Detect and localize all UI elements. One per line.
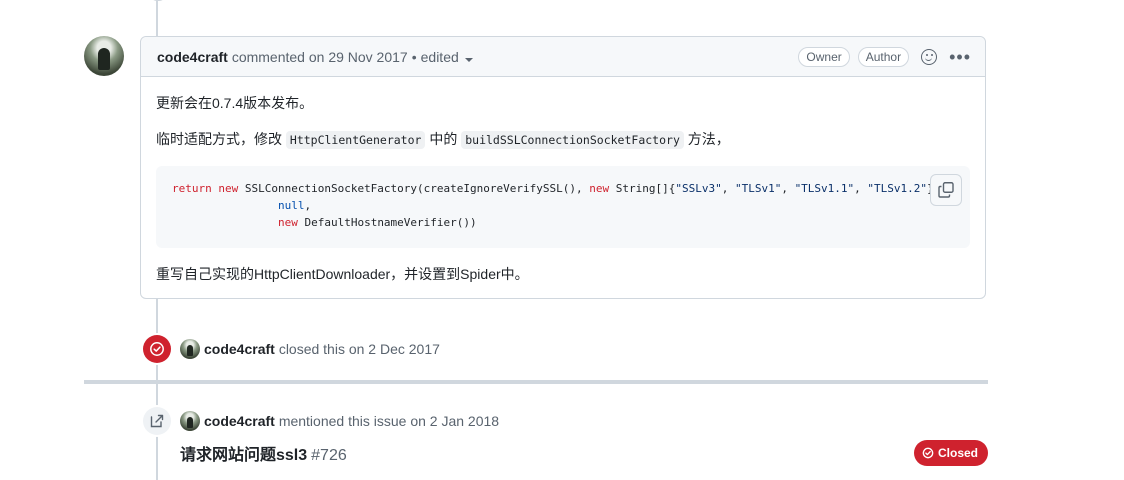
author-label: Author — [857, 47, 910, 67]
code-keyword: new — [589, 182, 610, 195]
para2-prefix: 临时适配方式，修改 — [156, 131, 282, 147]
comment-author-link[interactable]: code4craft — [157, 49, 228, 65]
close-event-actor-link[interactable]: code4craft — [204, 341, 275, 357]
comment-paragraph-2: 临时适配方式，修改 HttpClientGenerator 中的 buildSS… — [156, 129, 970, 150]
code-text: DefaultHostnameVerifier()) — [297, 216, 477, 229]
timeline-cap — [150, 0, 166, 1]
edited-label: edited — [420, 48, 459, 65]
comment-date-link[interactable]: 29 Nov 2017 — [328, 49, 407, 65]
closed-state-badge: Closed — [914, 440, 989, 466]
owner-label: Owner — [798, 47, 850, 67]
referenced-issue-number: #726 — [311, 447, 347, 464]
code-text: String[]{ — [609, 182, 676, 195]
cross-reference-badge — [143, 407, 171, 435]
code-string: "TLSv1.2" — [867, 182, 928, 195]
code-literal: null — [277, 199, 305, 212]
kebab-icon[interactable]: ••• — [949, 48, 971, 66]
close-event-text: closed this on 2 Dec 2017 — [278, 341, 440, 357]
closed-state-label: Closed — [938, 446, 979, 460]
issue-closed-badge — [143, 335, 171, 363]
caret-down-icon — [464, 57, 473, 62]
comment-header: code4craft commented on 29 Nov 2017 • ed… — [141, 37, 985, 77]
referenced-issue-title: 请求网站问题ssl3 — [180, 447, 308, 464]
cross-reference-icon — [150, 414, 164, 428]
code-block: return new SSLConnectionSocketFactory(cr… — [156, 166, 970, 248]
comment-paragraph-1: 更新会在0.7.4版本发布。 — [156, 95, 314, 111]
edited-dropdown[interactable]: edited — [421, 49, 473, 65]
inline-code-http-client-generator: HttpClientGenerator — [285, 131, 426, 149]
copy-button[interactable] — [930, 174, 962, 206]
avatar[interactable] — [180, 339, 200, 359]
mention-event: code4craft mentioned this issue on 2 Jan… — [180, 411, 499, 431]
issue-closed-icon — [150, 342, 164, 356]
comment-body: 更新会在0.7.4版本发布。 临时适配方式，修改 HttpClientGener… — [141, 77, 985, 316]
mention-event-actor-link[interactable]: code4craft — [204, 413, 275, 429]
avatar[interactable] — [180, 411, 200, 431]
para2-suffix: 方法， — [687, 131, 730, 147]
para2-mid: 中的 — [429, 131, 458, 147]
issue-closed-icon — [922, 447, 934, 459]
code-string: "TLSv1.1" — [794, 182, 855, 195]
referenced-issue-link[interactable]: 请求网站问题ssl3 #726 — [180, 441, 347, 465]
close-event: code4craft closed this on 2 Dec 2017 — [180, 339, 440, 359]
code-keyword: return new — [172, 182, 239, 195]
code-text: SSLConnectionSocketFactory(createIgnoreV… — [238, 182, 590, 195]
copy-icon — [938, 182, 954, 198]
code-string: "SSLv3" — [675, 182, 722, 195]
avatar[interactable] — [84, 36, 124, 76]
comment: code4craft commented on 29 Nov 2017 • ed… — [140, 36, 986, 299]
code-keyword: new — [277, 216, 298, 229]
mention-event-text: mentioned this issue on 2 Jan 2018 — [278, 413, 500, 429]
inline-code-build-ssl: buildSSLConnectionSocketFactory — [461, 131, 684, 149]
bullet: • — [411, 48, 417, 65]
comment-header-actions: Owner Author ••• — [798, 37, 971, 77]
smiley-icon[interactable] — [921, 49, 938, 65]
comment-action: commented on — [231, 48, 325, 65]
code-string: "TLSv1" — [734, 182, 782, 195]
timeline-divider — [84, 380, 988, 384]
code-content: return new SSLConnectionSocketFactory(cr… — [172, 180, 954, 231]
comment-paragraph-3: 重写自己实现的HttpClientDownloader，并设置到Spider中。 — [156, 266, 529, 282]
